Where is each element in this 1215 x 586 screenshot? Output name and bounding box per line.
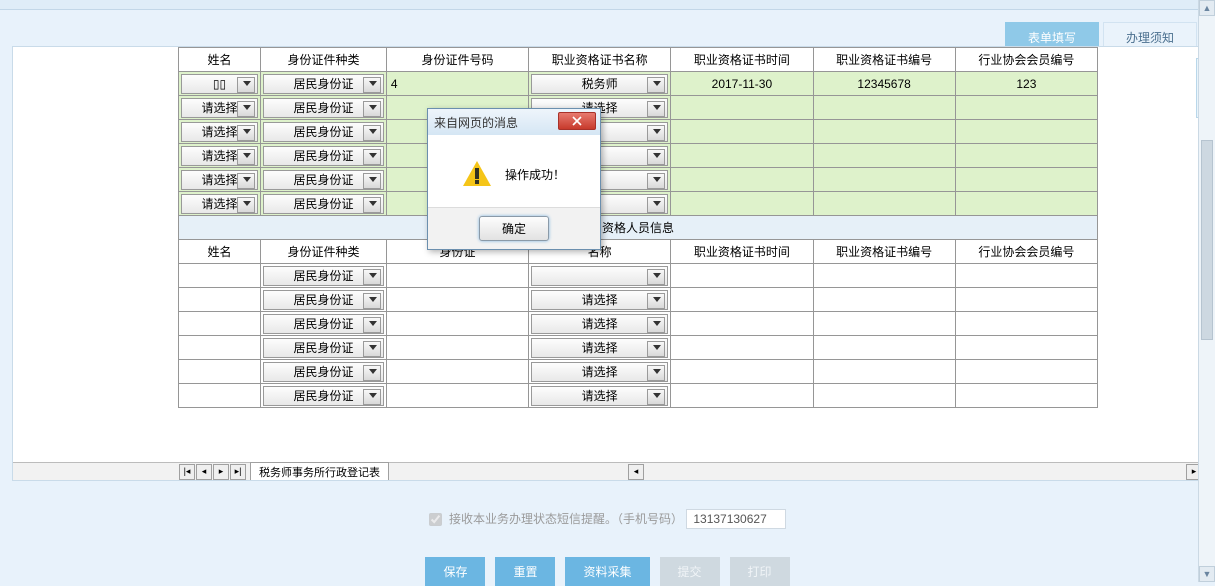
idnum-cell[interactable]: 4 (386, 72, 528, 96)
sheet-nav-prev[interactable]: ◂ (196, 464, 212, 480)
sms-row: 接收本业务办理状态短信提醒。（手机号码） (12, 509, 1203, 529)
name-select[interactable]: 请选择 (181, 146, 258, 166)
table-header-row: 姓名 身份证件种类 身份证件号码 职业资格证书名称 职业资格证书时间 职业资格证… (179, 48, 1098, 72)
sheet-nav-first[interactable]: |◂ (179, 464, 195, 480)
message-dialog: 来自网页的消息 操作成功！ 确定 (427, 108, 601, 250)
certname-select[interactable]: 税务师 (531, 74, 668, 94)
memberno-cell[interactable]: 123 (955, 72, 1097, 96)
certno-cell[interactable]: 12345678 (813, 72, 955, 96)
section-title: 资格人员信息 (179, 216, 1098, 240)
col-idtype: 身份证件种类 (261, 240, 387, 264)
certname-select[interactable]: 请选择 (531, 290, 668, 310)
table-row: 居民身份证 (179, 264, 1098, 288)
phone-input[interactable] (686, 509, 786, 529)
idtype-select[interactable]: 居民身份证 (263, 290, 384, 310)
content-area: 表单填写 办理须知 姓名 身份证件种类 身份证件号码 职业资格证书名称 职业资格… (0, 10, 1215, 582)
idtype-select[interactable]: 居民身份证 (263, 170, 384, 190)
certname-select[interactable]: 请选择 (531, 338, 668, 358)
col-idnum: 身份证件号码 (386, 48, 528, 72)
table-row: 请选择 居民身份证 (179, 120, 1098, 144)
sheet-nav-bar: |◂ ◂ ▸ ▸| 税务师事务所行政登记表 ◂ ▸ (13, 462, 1202, 480)
scroll-thumb[interactable] (1201, 140, 1213, 340)
col-name: 姓名 (179, 48, 261, 72)
table-row: 居民身份证 请选择 (179, 384, 1098, 408)
idtype-select[interactable]: 居民身份证 (263, 122, 384, 142)
certname-select[interactable] (531, 266, 668, 286)
sms-checkbox[interactable] (429, 513, 442, 526)
idtype-select[interactable]: 居民身份证 (263, 194, 384, 214)
name-select[interactable]: 请选择 (181, 170, 258, 190)
table-row: 居民身份证 请选择 (179, 312, 1098, 336)
name-select[interactable]: 请选择 (181, 98, 258, 118)
certname-select[interactable]: 请选择 (531, 386, 668, 406)
table-viewport: 姓名 身份证件种类 身份证件号码 职业资格证书名称 职业资格证书时间 职业资格证… (13, 47, 1202, 464)
idtype-select[interactable]: 居民身份证 (263, 314, 384, 334)
name-select[interactable]: ▯▯ (181, 74, 258, 94)
section-header-row: 资格人员信息 (179, 216, 1098, 240)
scroll-down-icon[interactable]: ▼ (1199, 566, 1215, 582)
dialog-titlebar[interactable]: 来自网页的消息 (428, 109, 600, 135)
table-row: 居民身份证 请选择 (179, 336, 1098, 360)
vertical-scrollbar[interactable]: ▲ ▼ (1198, 0, 1215, 582)
idtype-select[interactable]: 居民身份证 (263, 386, 384, 406)
close-icon[interactable] (558, 112, 596, 130)
certtime-cell[interactable]: 2017-11-30 (671, 72, 813, 96)
table-row: 请选择 居民身份证 请选择 (179, 96, 1098, 120)
sheet-nav-next[interactable]: ▸ (213, 464, 229, 480)
table-row: 请选择 居民身份证 (179, 168, 1098, 192)
idtype-select[interactable]: 居民身份证 (263, 266, 384, 286)
name-select[interactable]: 请选择 (181, 122, 258, 142)
scroll-up-icon[interactable]: ▲ (1199, 0, 1215, 16)
ok-button[interactable]: 确定 (479, 216, 549, 241)
col-memberno: 行业协会会员编号 (955, 240, 1097, 264)
personnel-table: 姓名 身份证件种类 身份证件号码 职业资格证书名称 职业资格证书时间 职业资格证… (178, 47, 1098, 408)
table-row: 居民身份证 请选择 (179, 288, 1098, 312)
idtype-select[interactable]: 居民身份证 (263, 74, 384, 94)
idtype-select[interactable]: 居民身份证 (263, 98, 384, 118)
col-certtime: 职业资格证书时间 (671, 240, 813, 264)
dialog-footer: 确定 (428, 207, 600, 249)
sheet-nav-last[interactable]: ▸| (230, 464, 246, 480)
col-memberno: 行业协会会员编号 (955, 48, 1097, 72)
col-certno: 职业资格证书编号 (813, 48, 955, 72)
col-certno: 职业资格证书编号 (813, 240, 955, 264)
col-name: 姓名 (179, 240, 261, 264)
table-header-row: 姓名 身份证件种类 身份证 名称 职业资格证书时间 职业资格证书编号 行业协会会… (179, 240, 1098, 264)
table-row: ▯▯ 居民身份证 4 税务师 2017-11-30 12345678 123 (179, 72, 1098, 96)
idtype-select[interactable]: 居民身份证 (263, 338, 384, 358)
dialog-message: 操作成功！ (505, 166, 565, 183)
warning-icon (463, 161, 491, 187)
table-row: 居民身份证 请选择 (179, 360, 1098, 384)
certname-select[interactable]: 请选择 (531, 362, 668, 382)
hscroll-left[interactable]: ◂ (628, 464, 644, 480)
top-tab-strip (0, 0, 1215, 10)
dialog-title-text: 来自网页的消息 (434, 114, 518, 131)
col-certtime: 职业资格证书时间 (671, 48, 813, 72)
col-certname: 职业资格证书名称 (529, 48, 671, 72)
form-panel: 姓名 身份证件种类 身份证件号码 职业资格证书名称 职业资格证书时间 职业资格证… (12, 46, 1203, 481)
table-row: 请选择 居民身份证 (179, 144, 1098, 168)
sheet-tab-label[interactable]: 税务师事务所行政登记表 (250, 462, 389, 481)
col-idtype: 身份证件种类 (261, 48, 387, 72)
idtype-select[interactable]: 居民身份证 (263, 146, 384, 166)
certname-select[interactable]: 请选择 (531, 314, 668, 334)
sms-label: 接收本业务办理状态短信提醒。（手机号码） (449, 512, 683, 526)
dialog-body: 操作成功！ (428, 135, 600, 207)
idtype-select[interactable]: 居民身份证 (263, 362, 384, 382)
name-select[interactable]: 请选择 (181, 194, 258, 214)
table-row: 请选择 居民身份证 (179, 192, 1098, 216)
